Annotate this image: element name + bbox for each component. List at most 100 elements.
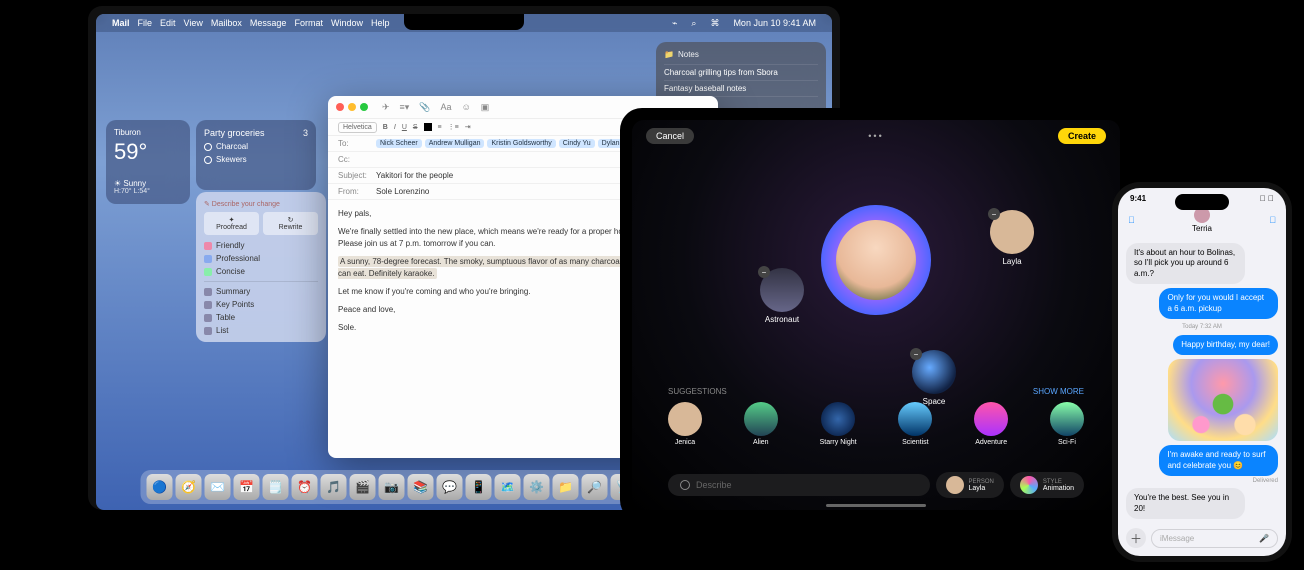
dock-app[interactable]: 💬 [437,474,463,500]
control-center-icon[interactable]: ⌘ [710,18,719,29]
messages-thread[interactable]: It's about an hour to Bolinas, so I'll p… [1118,239,1286,523]
message-incoming[interactable]: You're the best. See you in 20! [1126,488,1245,519]
plus-button[interactable]: ＋ [1126,528,1146,548]
menu-format[interactable]: Format [294,18,323,28]
home-indicator[interactable] [826,504,926,507]
dock-app[interactable]: 🔵 [147,474,173,500]
dock-app[interactable]: ⏰ [292,474,318,500]
dock-app[interactable]: 📅 [234,474,260,500]
bold-button[interactable]: B [383,124,388,131]
reminder-item[interactable]: Charcoal [204,142,308,151]
reminder-item[interactable]: Skewers [204,155,308,164]
remove-icon[interactable]: − [758,266,770,278]
describe-input[interactable]: Describe [668,474,930,496]
style-pill[interactable]: STYLEAnimation [1010,472,1084,498]
dock-app[interactable]: 📚 [408,474,434,500]
tone-professional[interactable]: Professional [204,252,318,265]
list-option[interactable]: List [204,324,318,337]
suggestion-chip[interactable]: Adventure [974,402,1008,446]
back-button[interactable]: 􀆉 [1128,215,1135,225]
attach-icon[interactable]: 📎 [419,102,430,113]
search-icon[interactable]: ⌕ [691,18,696,29]
contact-header[interactable]: Terria [1135,207,1270,233]
remove-icon[interactable]: − [988,208,1000,220]
dock-app[interactable]: 📷 [379,474,405,500]
menu-help[interactable]: Help [371,18,390,28]
recipient-token: Andrew Mulligan [425,139,485,148]
header-toggle-icon[interactable]: ≡▾ [400,102,410,113]
dock-app[interactable]: ✉️ [205,474,231,500]
suggestion-chip[interactable]: Starry Night [820,402,857,446]
dock-app[interactable]: 📱 [466,474,492,500]
note-row[interactable]: Charcoal grilling tips from Sbora [664,64,818,80]
dock-app[interactable]: 🗺️ [495,474,521,500]
menu-mailbox[interactable]: Mailbox [211,18,242,28]
menu-message[interactable]: Message [250,18,287,28]
traffic-lights[interactable] [336,103,368,111]
italic-button[interactable]: I [394,124,396,131]
create-button[interactable]: Create [1058,128,1106,144]
weather-city: Tiburon [114,128,182,137]
orbit-layla[interactable]: − Layla [990,210,1034,266]
imessage-field[interactable]: iMessage 🎤 [1151,529,1278,548]
more-icon[interactable]: ••• [868,131,883,141]
suggestion-thumb [974,402,1008,436]
menu-window[interactable]: Window [331,18,363,28]
person-pill[interactable]: PERSONLayla [936,472,1004,498]
table-option[interactable]: Table [204,311,318,324]
facetime-icon[interactable]: 􀍉 [1269,215,1276,225]
photo-icon[interactable]: ▣ [481,102,490,113]
message-outgoing[interactable]: Only for you would I accept a 6 a.m. pic… [1159,288,1278,319]
align-button[interactable]: ≡ [438,124,442,131]
dock-app[interactable]: ⚙️ [524,474,550,500]
note-row[interactable]: Fantasy baseball notes [664,80,818,96]
keypoints-option[interactable]: Key Points [204,298,318,311]
dock-app[interactable]: 🧭 [176,474,202,500]
suggestion-chip[interactable]: Jenica [668,402,702,446]
reminders-widget[interactable]: Party groceries3 Charcoal Skewers [196,120,316,190]
reminders-title: Party groceries3 [204,128,308,138]
dock-app[interactable]: 🔎 [582,474,608,500]
send-icon[interactable]: ✈︎ [382,102,390,113]
dock-app[interactable]: 🎬 [350,474,376,500]
menu-edit[interactable]: Edit [160,18,176,28]
orbit-astronaut[interactable]: − Astronaut [760,268,804,324]
app-menu-mail[interactable]: Mail [112,18,130,28]
show-more-button[interactable]: SHOW MORE [1033,387,1084,396]
summary-option[interactable]: Summary [204,285,318,298]
menu-file[interactable]: File [138,18,153,28]
suggestion-chip[interactable]: Sci-Fi [1050,402,1084,446]
wifi-icon[interactable]: ⌁ [672,18,677,29]
weather-widget[interactable]: Tiburon 59° ☀︎ Sunny H:70° L:54° [106,120,190,204]
proofread-button[interactable]: ✦Proofread [204,212,259,235]
mic-icon[interactable]: 🎤 [1259,534,1269,543]
message-incoming[interactable]: It's about an hour to Bolinas, so I'll p… [1126,243,1245,284]
suggestion-chip[interactable]: Scientist [898,402,932,446]
dock-app[interactable]: 🎵 [321,474,347,500]
tone-friendly[interactable]: Friendly [204,239,318,252]
list-button[interactable]: ⋮≡ [448,123,459,131]
cancel-button[interactable]: Cancel [646,128,694,144]
message-outgoing[interactable]: Happy birthday, my dear! [1173,335,1278,355]
clock[interactable]: Mon Jun 10 9:41 AM [733,18,816,28]
iphone-frame: 9:41 􀙇 􀛨 􀆉 Terria 􀍉 It's about an hour t… [1112,182,1292,562]
indent-button[interactable]: ⇥ [465,123,471,131]
dock-app[interactable]: 🗒️ [263,474,289,500]
message-outgoing[interactable]: I'm awake and ready to surf and celebrat… [1159,445,1278,476]
reminders-count: 3 [303,128,308,138]
emoji-icon[interactable]: ☺︎ [462,102,471,113]
menu-view[interactable]: View [184,18,203,28]
dock-app[interactable]: 📁 [553,474,579,500]
suggestion-chip[interactable]: Alien [744,402,778,446]
underline-button[interactable]: U [402,124,407,131]
tone-concise[interactable]: Concise [204,265,318,278]
image-message[interactable] [1168,359,1278,441]
format-icon[interactable]: Aa [441,102,452,113]
font-select[interactable]: Helvetica [338,122,377,133]
writing-tools-describe[interactable]: ✎ Describe your change [204,200,318,208]
center-avatar[interactable] [821,205,931,315]
strike-button[interactable]: S [413,124,418,131]
rewrite-button[interactable]: ↻Rewrite [263,212,318,235]
remove-icon[interactable]: − [910,348,922,360]
color-swatch[interactable] [424,123,432,131]
